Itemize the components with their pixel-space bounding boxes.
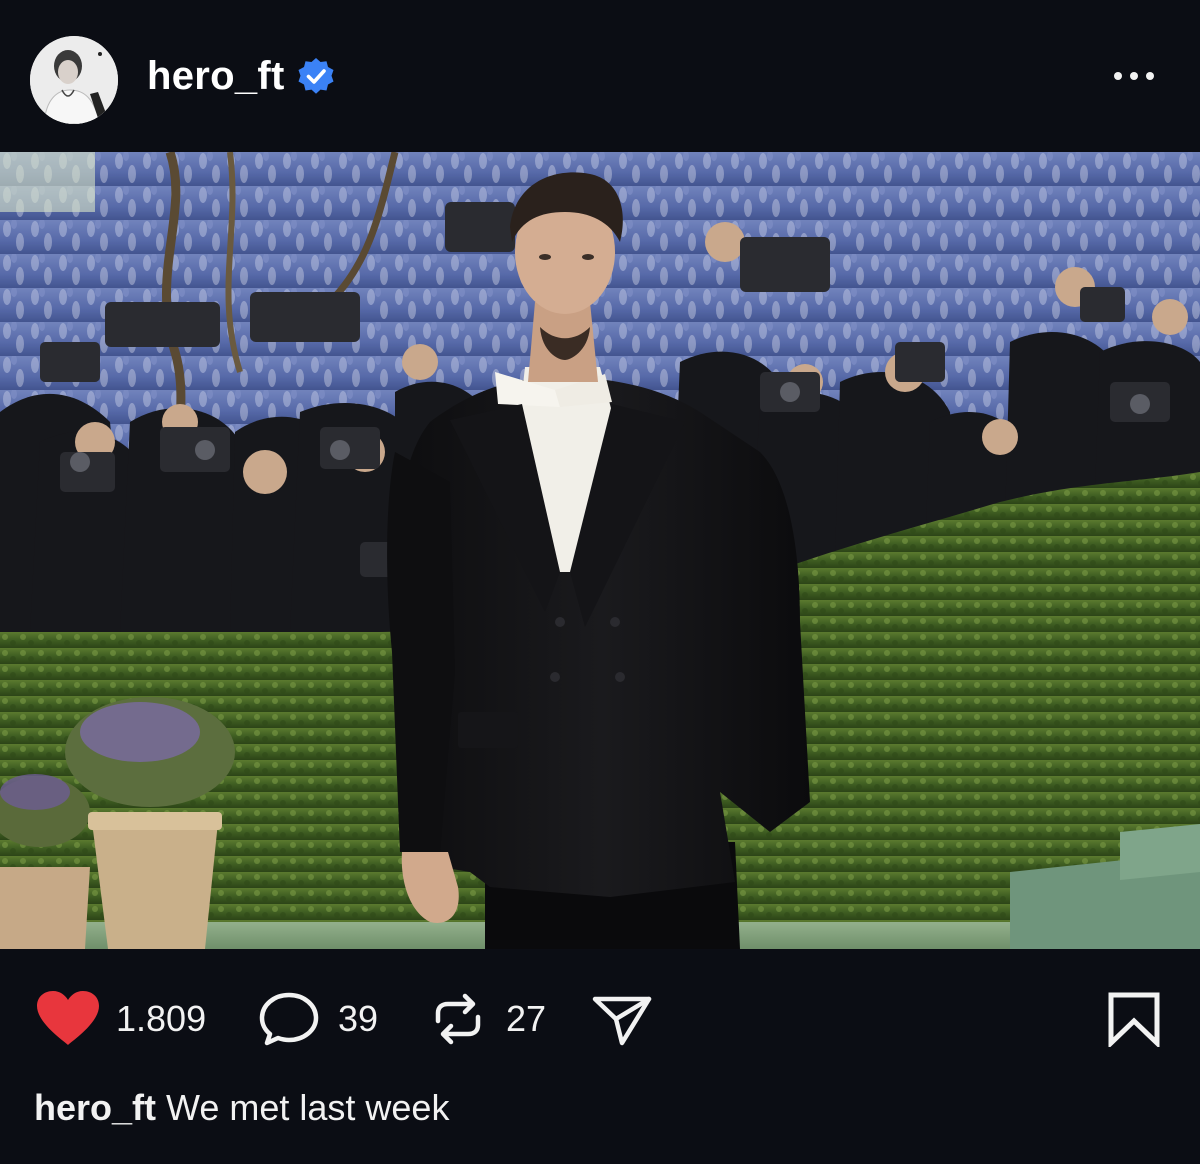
post-caption: hero_ft We met last week [34, 1086, 449, 1130]
bookmark-icon [1108, 992, 1160, 1047]
avatar-photo [30, 36, 118, 124]
caption-text: We met last week [166, 1087, 450, 1128]
repost-count: 27 [506, 998, 547, 1039]
like-button[interactable] [34, 991, 102, 1047]
heart-icon [37, 991, 99, 1045]
post-username[interactable]: hero_ft [147, 52, 285, 100]
save-button[interactable] [1106, 991, 1162, 1047]
repost-button[interactable] [428, 991, 488, 1047]
more-dots-icon[interactable] [1104, 54, 1164, 98]
avatar[interactable] [30, 36, 118, 124]
action-bar: 1.809 39 27 hero_ft We met last week [0, 949, 1200, 1164]
comment-count: 39 [338, 998, 379, 1039]
post-photo[interactable] [0, 152, 1200, 949]
verified-badge-icon [298, 58, 334, 94]
like-count: 1.809 [116, 998, 207, 1039]
caption-username[interactable]: hero_ft [34, 1087, 156, 1128]
post-photo-illustration [0, 152, 1200, 949]
repost-arrows-icon [435, 993, 481, 1045]
post-header: hero_ft [0, 0, 1200, 152]
comment-button[interactable] [258, 991, 320, 1047]
paper-plane-icon [592, 996, 652, 1046]
share-button[interactable] [590, 991, 654, 1047]
comment-bubble-icon [259, 992, 319, 1046]
